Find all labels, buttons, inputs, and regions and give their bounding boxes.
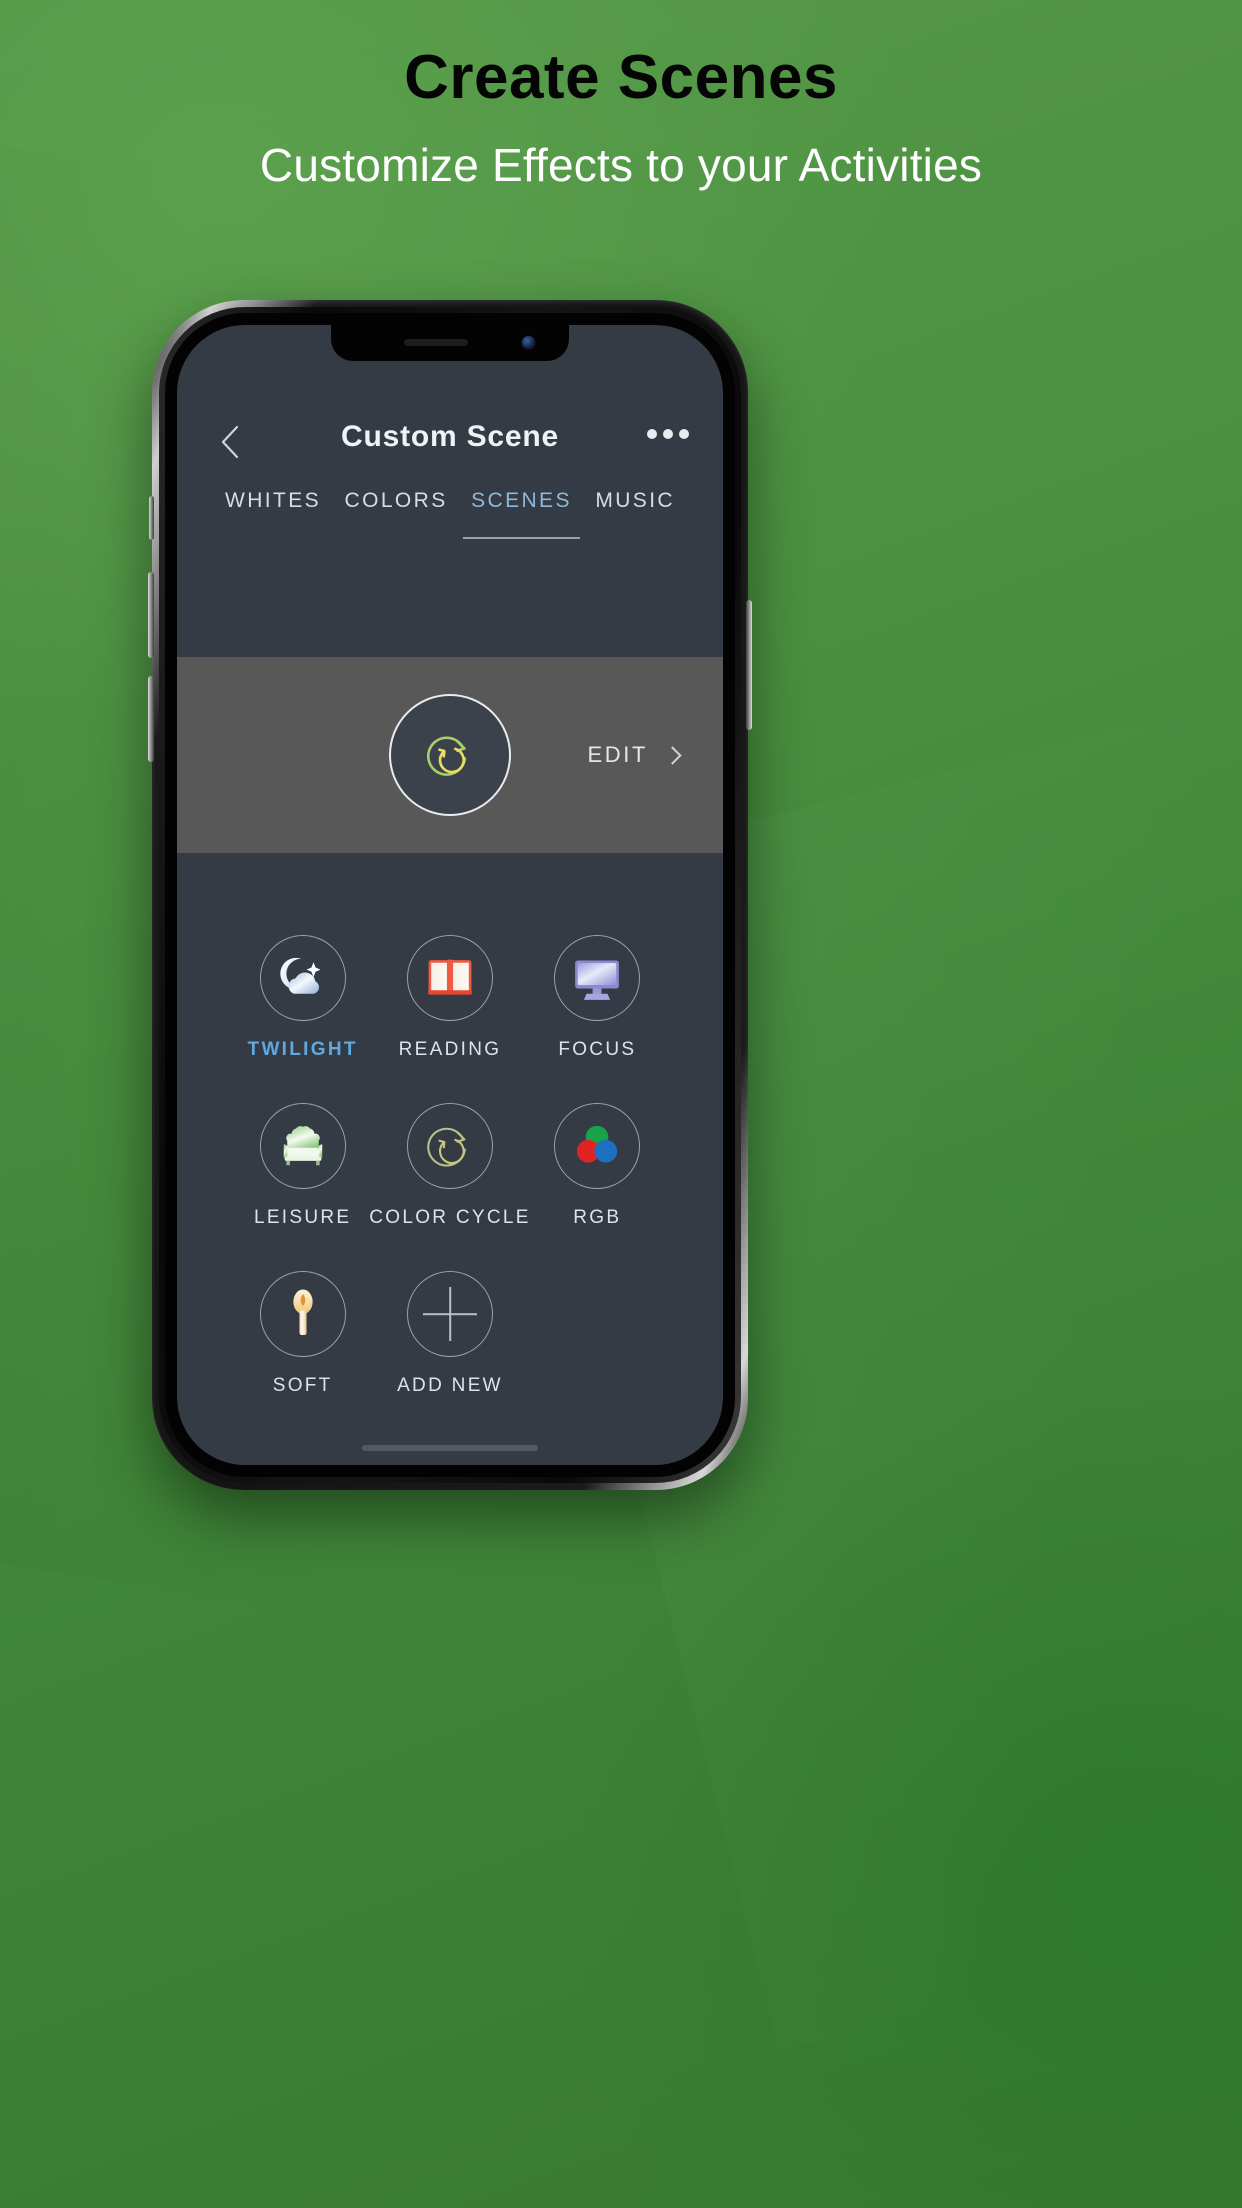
current-scene-icon-ring	[389, 694, 511, 816]
scene-label: RGB	[573, 1207, 622, 1228]
tab-scenes[interactable]: SCENES	[463, 483, 580, 539]
tab-whites[interactable]: WHITES	[223, 483, 323, 539]
scene-label: TWILIGHT	[247, 1039, 358, 1060]
edit-scene-button[interactable]: EDIT	[587, 742, 682, 768]
phone-volume-up-button[interactable]	[148, 572, 154, 658]
scene-label: SOFT	[272, 1375, 333, 1396]
phone-notch	[331, 325, 569, 361]
scene-icon-ring	[259, 1103, 346, 1189]
earpiece-speaker	[404, 339, 468, 346]
scene-soft[interactable]: SOFT	[229, 1271, 376, 1397]
phone-power-button[interactable]	[746, 600, 752, 730]
phone-silent-switch[interactable]	[149, 496, 154, 540]
front-camera-icon	[522, 336, 535, 349]
more-dot-2	[663, 429, 673, 439]
scene-icon-ring	[554, 935, 641, 1021]
scene-label: ADD NEW	[397, 1375, 503, 1396]
app-ui: Custom Scene WHITES COLORS SCENES MUSIC	[177, 325, 723, 1465]
scene-icon-ring	[259, 1271, 346, 1357]
add-new-ring	[406, 1271, 493, 1357]
more-options-button[interactable]	[647, 429, 689, 439]
tab-music[interactable]: MUSIC	[593, 483, 677, 539]
tab-bar: WHITES COLORS SCENES MUSIC	[177, 483, 723, 539]
promo-headline: Create Scenes Customize Effects to your …	[0, 42, 1242, 192]
scene-reading[interactable]: READING	[376, 935, 523, 1061]
more-dot-1	[647, 429, 657, 439]
scene-label: COLOR CYCLE	[369, 1207, 531, 1228]
scene-icon-ring	[259, 935, 346, 1021]
promo-subtitle: Customize Effects to your Activities	[259, 139, 983, 191]
monitor-icon	[575, 960, 620, 1000]
scene-label: FOCUS	[558, 1039, 637, 1060]
phone-volume-down-button[interactable]	[148, 676, 154, 762]
plus-icon-vertical	[449, 1287, 451, 1341]
scene-color-cycle[interactable]: COLOR CYCLE	[369, 1103, 528, 1229]
moon-cloud-icon	[279, 957, 321, 994]
open-book-icon	[428, 959, 472, 995]
rgb-circles-icon	[577, 1125, 618, 1163]
scene-label: LEISURE	[253, 1207, 352, 1228]
color-cycle-icon	[427, 1127, 466, 1167]
phone-screen: Custom Scene WHITES COLORS SCENES MUSIC	[177, 325, 723, 1465]
tab-colors[interactable]: COLORS	[343, 483, 450, 539]
scene-grid: TWILIGHT READING FOCUS LEISURE COLOR CYC…	[177, 935, 723, 1439]
chevron-right-icon	[663, 745, 682, 765]
candle-icon	[293, 1289, 313, 1335]
scene-focus[interactable]: FOCUS	[524, 935, 671, 1061]
promo-title: Create Scenes	[404, 43, 838, 112]
scene-rgb[interactable]: RGB	[524, 1103, 671, 1229]
page-title: Custom Scene	[341, 420, 559, 453]
app-header: Custom Scene	[177, 413, 723, 473]
current-scene-card[interactable]: EDIT	[177, 657, 723, 853]
scene-icon-ring	[406, 1103, 493, 1189]
color-cycle-icon	[426, 736, 467, 776]
scene-twilight[interactable]: TWILIGHT	[229, 935, 376, 1061]
scene-icon-ring	[554, 1103, 641, 1189]
scene-leisure[interactable]: LEISURE	[229, 1103, 376, 1229]
scene-add-new[interactable]: ADD NEW	[376, 1271, 523, 1397]
scene-icon-ring	[406, 935, 493, 1021]
phone-mockup: Custom Scene WHITES COLORS SCENES MUSIC	[148, 300, 752, 1490]
home-indicator	[362, 1445, 538, 1451]
armchair-icon	[283, 1126, 322, 1166]
scene-label: READING	[398, 1039, 502, 1060]
more-dot-3	[679, 429, 689, 439]
edit-label: EDIT	[587, 742, 648, 767]
